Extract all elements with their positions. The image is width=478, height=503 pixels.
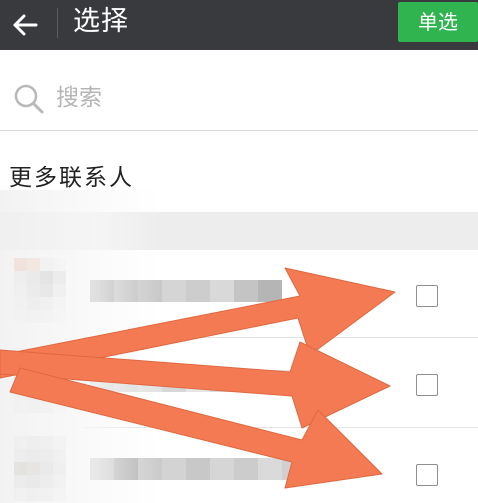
checkbox-1[interactable]: [416, 285, 438, 307]
select-contacts-screen: 选择 单选 更多联系人: [0, 0, 478, 503]
title-divider: [57, 8, 58, 38]
page-title: 选择: [73, 6, 129, 37]
checkbox-2[interactable]: [416, 374, 438, 396]
search-bar: [0, 60, 478, 131]
title-bar: 选择 单选: [0, 0, 478, 50]
back-button[interactable]: [6, 5, 46, 45]
section-title-more-contacts: 更多联系人: [9, 165, 134, 191]
checkbox-3[interactable]: [416, 464, 438, 486]
privacy-mosaic: [0, 190, 160, 503]
arrow-left-icon: [13, 14, 38, 36]
search-icon: [14, 84, 44, 114]
search-input[interactable]: [56, 78, 456, 118]
single-select-button[interactable]: 单选: [398, 2, 478, 42]
